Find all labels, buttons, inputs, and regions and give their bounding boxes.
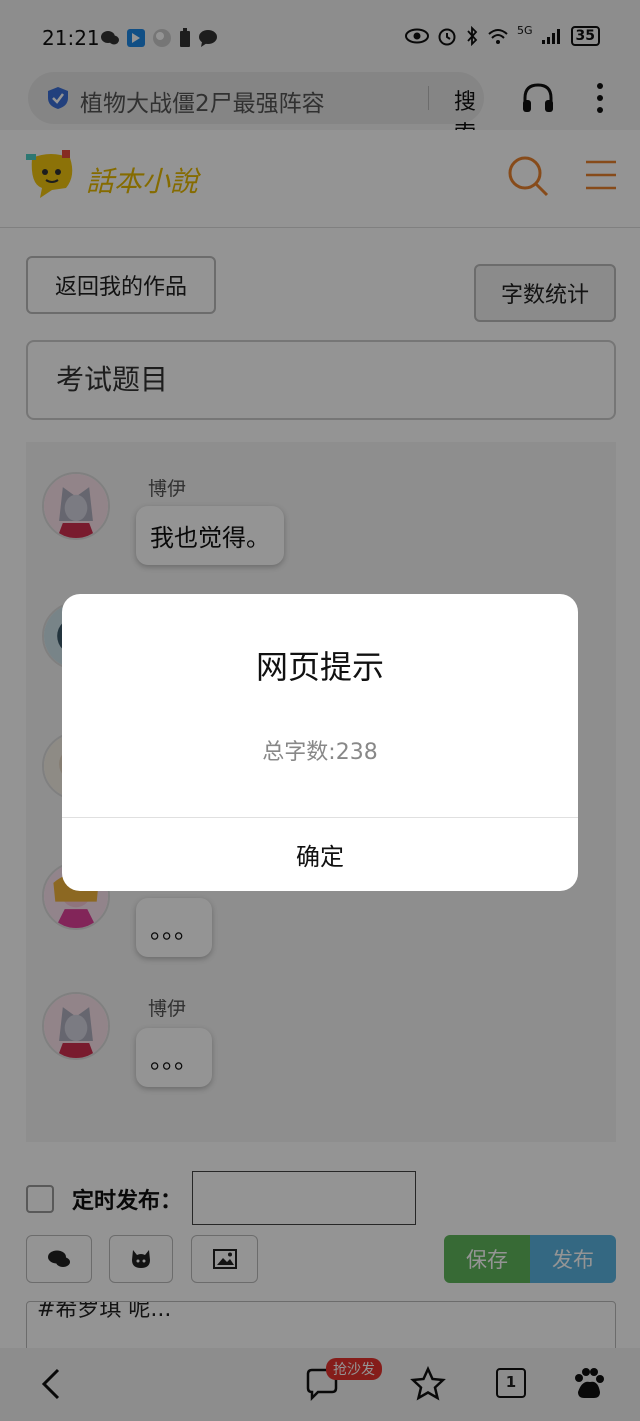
dialog-message: 总字数:238 <box>262 740 378 765</box>
dialog-title: 网页提示 <box>255 648 384 686</box>
confirm-button[interactable]: 确定 <box>62 818 578 891</box>
alert-dialog: 网页提示 总字数:238 确定 <box>62 594 578 891</box>
